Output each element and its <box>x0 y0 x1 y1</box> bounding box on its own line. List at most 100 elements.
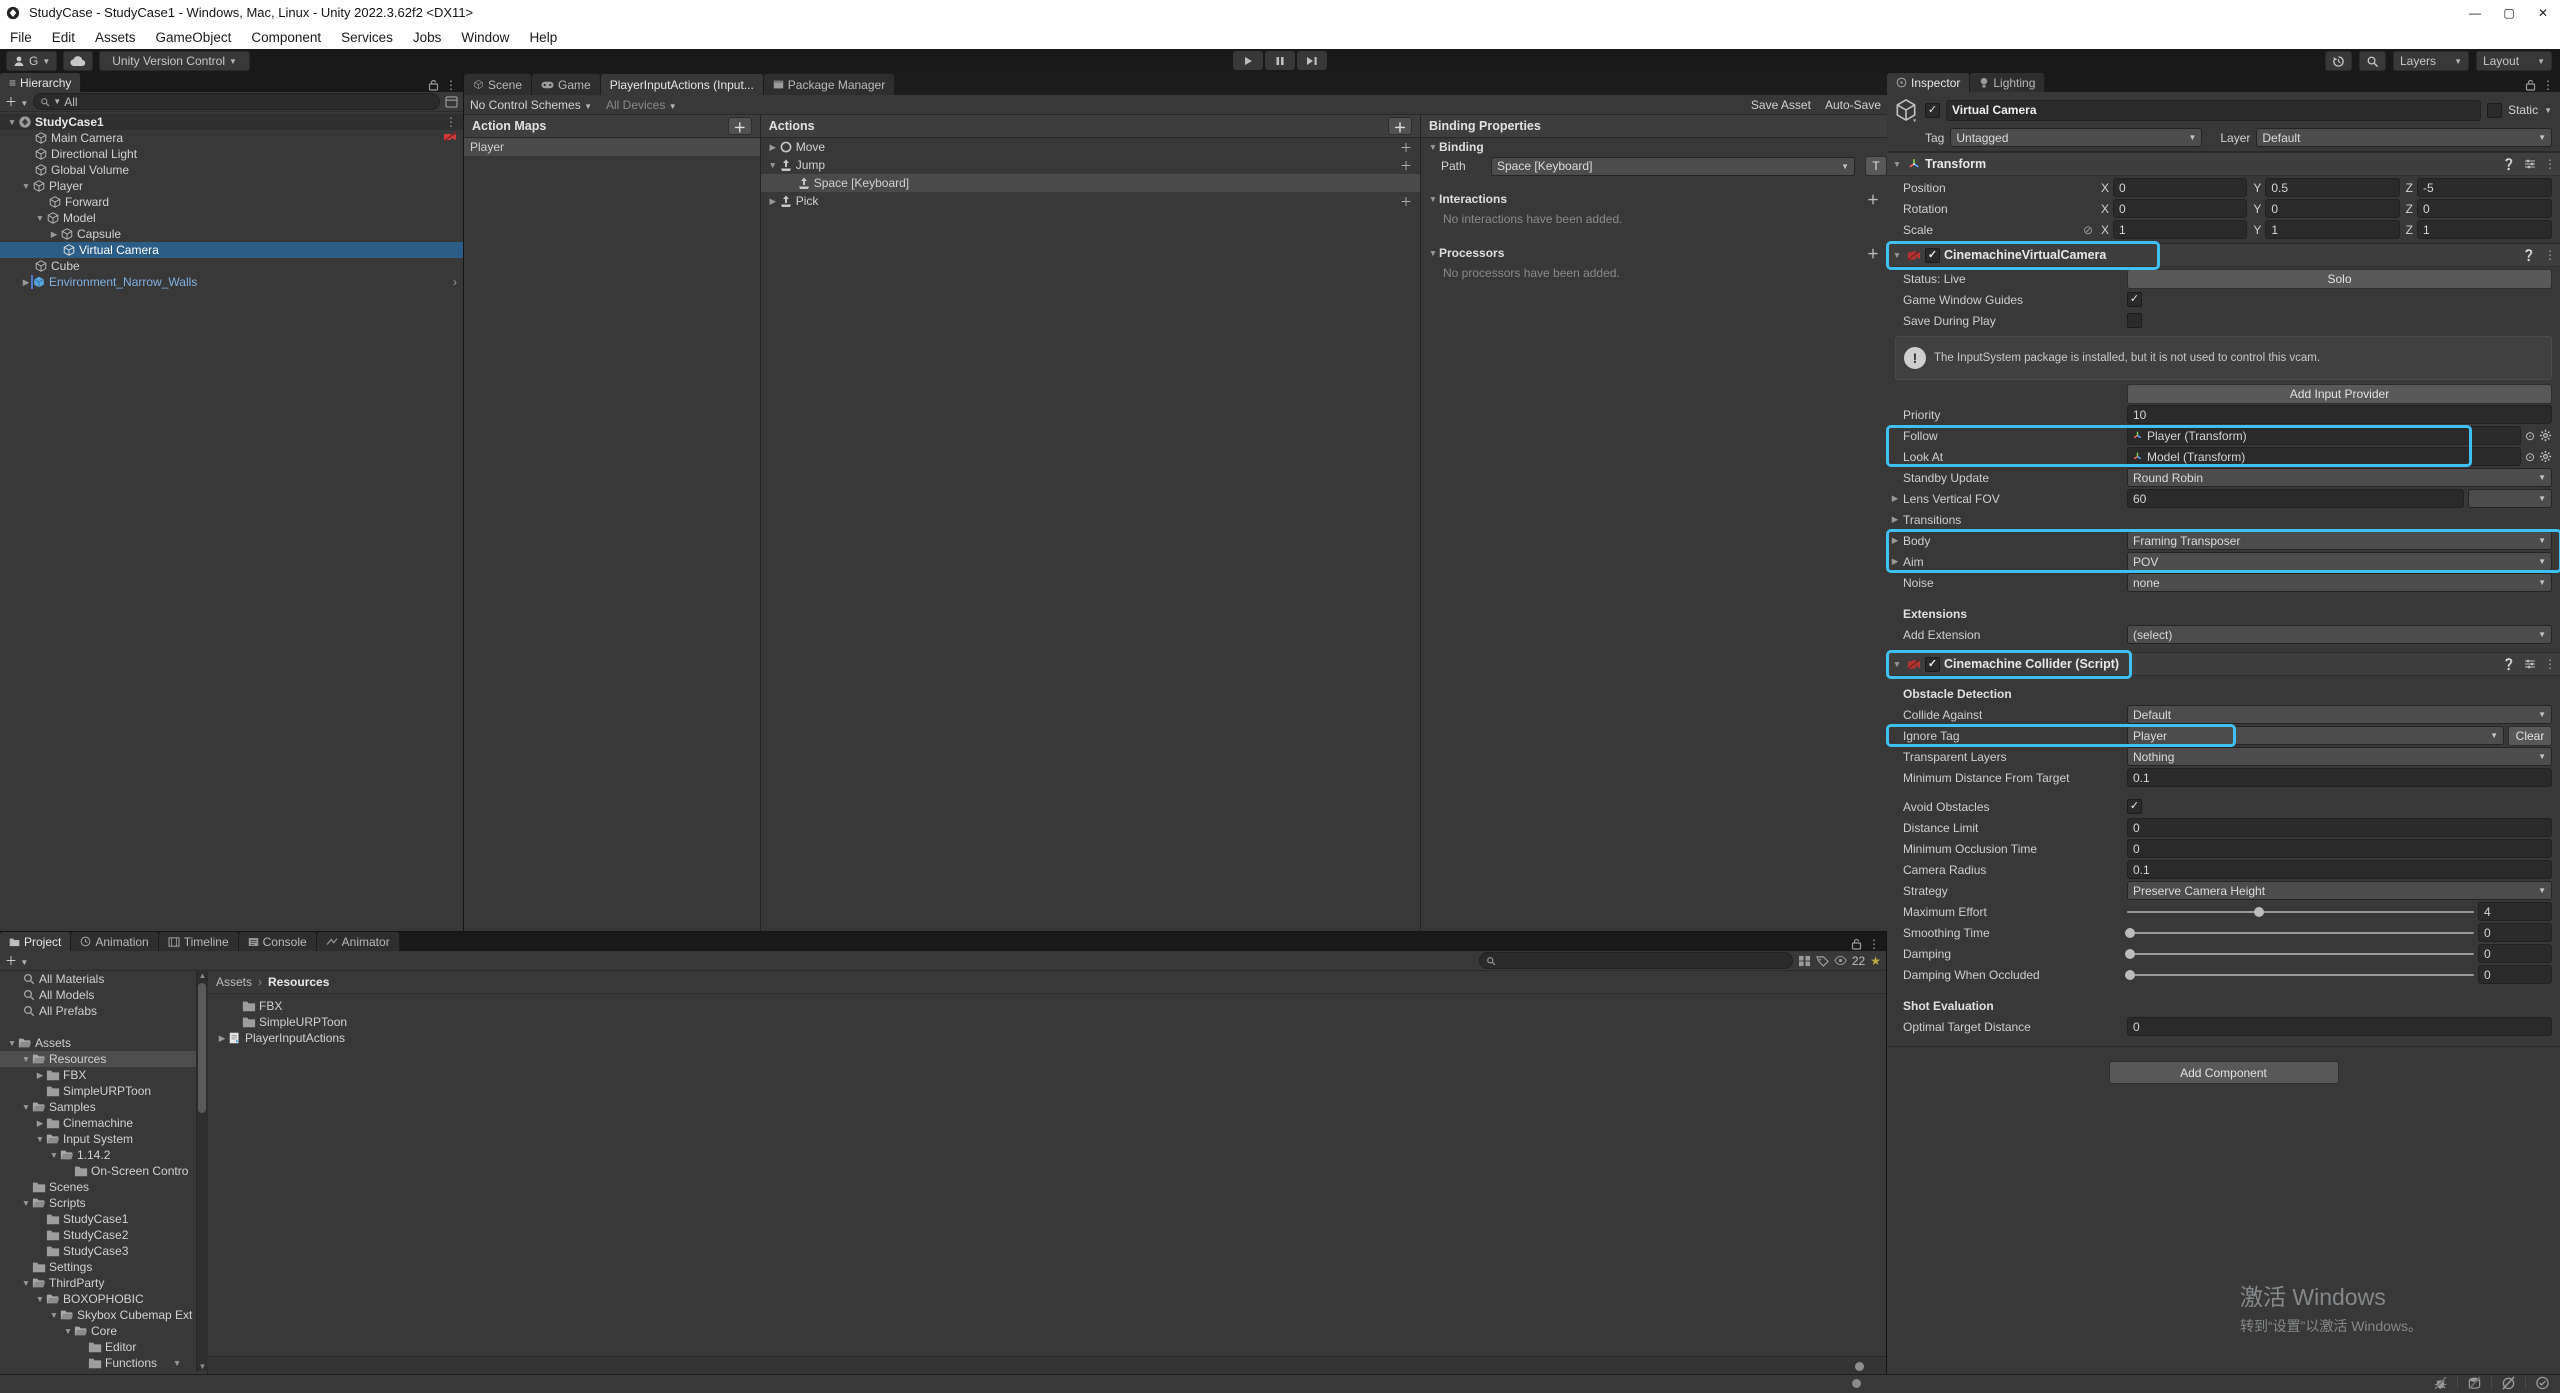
min-occlusion-field[interactable]: 0 <box>2127 839 2552 858</box>
gear-icon[interactable] <box>2539 429 2552 442</box>
scale-y-field[interactable]: 1 <box>2265 220 2399 239</box>
scale-x-field[interactable]: 1 <box>2113 220 2247 239</box>
favorite-all-models[interactable]: All Models <box>0 987 207 1003</box>
hierarchy-item-forward[interactable]: Forward <box>0 194 463 210</box>
noise-dropdown[interactable]: none▼ <box>2127 573 2552 592</box>
project-add-button[interactable]: ＋ ▼ <box>5 952 28 969</box>
transform-header[interactable]: ▼ Transform ❔ ⋮ <box>1887 152 2560 176</box>
lock-icon[interactable] <box>428 79 439 91</box>
add-action-button[interactable]: ＋ <box>1388 117 1412 135</box>
pause-button[interactable] <box>1265 51 1295 70</box>
hierarchy-item-virtual-camera[interactable]: Virtual Camera <box>0 242 463 258</box>
hierarchy-item-environment-narrow-walls[interactable]: ▶ Environment_Narrow_Walls › <box>0 274 463 290</box>
position-z-field[interactable]: -5 <box>2417 178 2552 197</box>
tree-settings[interactable]: Settings <box>0 1259 207 1275</box>
tree-skybox-cubemap-ext[interactable]: ▼ Skybox Cubemap Ext <box>0 1307 207 1323</box>
strategy-dropdown[interactable]: Preserve Camera Height▼ <box>2127 881 2552 900</box>
lock-icon[interactable] <box>2525 79 2536 91</box>
foldout-icon[interactable]: ▶ <box>1889 493 1901 504</box>
favorites-star-icon[interactable]: ★ <box>1870 954 1881 968</box>
max-effort-field[interactable]: 4 <box>2478 902 2552 921</box>
tree-scripts[interactable]: ▼ Scripts <box>0 1195 207 1211</box>
tree-cinemachine[interactable]: ▶ Cinemachine <box>0 1115 207 1131</box>
component-enabled-checkbox[interactable]: ✓ <box>1925 657 1940 672</box>
hierarchy-item-studycase1[interactable]: ▼ StudyCase1 ⋮ <box>0 114 463 130</box>
rotation-y-field[interactable]: 0 <box>2265 199 2399 218</box>
save-asset-button[interactable]: Save Asset <box>1751 98 1811 112</box>
optimal-distance-field[interactable]: 0 <box>2127 1017 2552 1036</box>
lock-icon[interactable] <box>1851 938 1862 950</box>
tree-core[interactable]: ▼ Core <box>0 1323 207 1339</box>
lens-preset-dropdown[interactable]: ▼ <box>2468 489 2552 508</box>
foldout-icon[interactable]: ▶ <box>1889 514 1901 525</box>
static-checkbox[interactable] <box>2487 103 2502 118</box>
asset-fbx[interactable]: FBX <box>208 998 1886 1014</box>
tree-studycase2[interactable]: StudyCase2 <box>0 1227 207 1243</box>
tree-editor[interactable]: Editor <box>0 1339 207 1355</box>
close-button[interactable]: ✕ <box>2526 0 2560 25</box>
tree-on-screen-controls[interactable]: On-Screen Contro <box>0 1163 207 1179</box>
tab-hierarchy[interactable]: ≡ Hierarchy <box>0 73 81 92</box>
position-x-field[interactable]: 0 <box>2113 178 2247 197</box>
menu-assets[interactable]: Assets <box>85 30 146 45</box>
hierarchy-item-model[interactable]: ▼ Model <box>0 210 463 226</box>
tab-lighting[interactable]: Lighting <box>1970 73 2045 92</box>
scrollbar-thumb[interactable] <box>198 983 206 1113</box>
kebab-icon[interactable]: ⋮ <box>2544 657 2556 671</box>
presets-icon[interactable] <box>2524 158 2536 170</box>
tab-game[interactable]: Game <box>532 74 601 95</box>
scroll-up-icon[interactable]: ▲ <box>197 971 208 980</box>
action-pick[interactable]: ▶ Pick ＋ <box>761 192 1420 210</box>
path-dropdown[interactable]: Space [Keyboard] ▼ <box>1491 157 1855 176</box>
action-map-player[interactable]: Player <box>464 138 760 156</box>
tree-simpleurptoon[interactable]: SimpleURPToon <box>0 1083 207 1099</box>
control-schemes-dropdown[interactable]: No Control Schemes ▼ <box>470 98 592 112</box>
smoothing-time-slider[interactable] <box>2127 924 2474 941</box>
clear-button[interactable]: Clear <box>2508 726 2552 746</box>
tab-animator[interactable]: Animator <box>317 932 400 951</box>
tree-functions[interactable]: Functions ▼ <box>0 1355 207 1371</box>
help-icon[interactable]: ❔ <box>2502 158 2516 171</box>
action-jump[interactable]: ▼ Jump ＋ <box>761 156 1420 174</box>
min-distance-field[interactable]: 0.1 <box>2127 768 2552 787</box>
damping-occluded-field[interactable]: 0 <box>2478 965 2552 984</box>
position-y-field[interactable]: 0.5 <box>2265 178 2399 197</box>
menu-help[interactable]: Help <box>519 30 567 45</box>
search-by-type-icon[interactable] <box>1798 955 1811 967</box>
smoothing-time-field[interactable]: 0 <box>2478 923 2552 942</box>
presets-icon[interactable] <box>2524 658 2536 670</box>
transparent-layers-dropdown[interactable]: Nothing▼ <box>2127 747 2552 766</box>
search-toolbar-button[interactable] <box>2359 51 2386 71</box>
tab-animation[interactable]: Animation <box>71 932 158 951</box>
object-picker-icon[interactable]: ⊙ <box>2525 429 2535 443</box>
step-button[interactable] <box>1297 51 1327 70</box>
priority-field[interactable]: 10 <box>2127 405 2552 424</box>
maximize-button[interactable]: ▢ <box>2492 0 2526 25</box>
breadcrumb-current[interactable]: Resources <box>268 975 329 989</box>
devices-dropdown[interactable]: All Devices ▼ <box>606 98 677 112</box>
tab-inspector[interactable]: Inspector <box>1887 73 1970 92</box>
tree-fbx[interactable]: ▶ FBX <box>0 1067 207 1083</box>
asset-playerinputactions[interactable]: ▶ PlayerInputActions <box>208 1030 1886 1046</box>
game-window-guides-checkbox[interactable]: ✓ <box>2127 292 2142 307</box>
vcam-transitions-row[interactable]: ▶ Transitions <box>1887 510 2560 529</box>
menu-component[interactable]: Component <box>241 30 331 45</box>
status-check-icon[interactable] <box>2535 1376 2550 1390</box>
hierarchy-item-player[interactable]: ▼ Player <box>0 178 463 194</box>
play-button[interactable] <box>1233 51 1263 70</box>
version-control-dropdown[interactable]: Unity Version Control ▼ <box>99 51 250 71</box>
tree-resources[interactable]: ▼ Resources <box>0 1051 207 1067</box>
foldout-icon[interactable]: ▶ <box>48 229 60 240</box>
notifications-disabled-icon[interactable] <box>2501 1376 2516 1390</box>
tree-studycase3[interactable]: StudyCase3 <box>0 1243 207 1259</box>
binding-space-keyboard[interactable]: Space [Keyboard] <box>761 174 1420 192</box>
add-binding-button[interactable]: ＋ <box>1400 139 1412 156</box>
menu-services[interactable]: Services <box>331 30 403 45</box>
foldout-icon[interactable]: ▼ <box>1891 159 1903 169</box>
constrain-proportions-icon[interactable]: ⊘ <box>2083 223 2101 237</box>
layers-dropdown[interactable]: Layers ▼ <box>2393 51 2469 71</box>
tree-scenes[interactable]: Scenes <box>0 1179 207 1195</box>
follow-object-field[interactable]: Player (Transform) <box>2127 426 2521 445</box>
layer-dropdown[interactable]: Default▼ <box>2256 128 2552 147</box>
help-icon[interactable]: ❔ <box>2522 249 2536 262</box>
